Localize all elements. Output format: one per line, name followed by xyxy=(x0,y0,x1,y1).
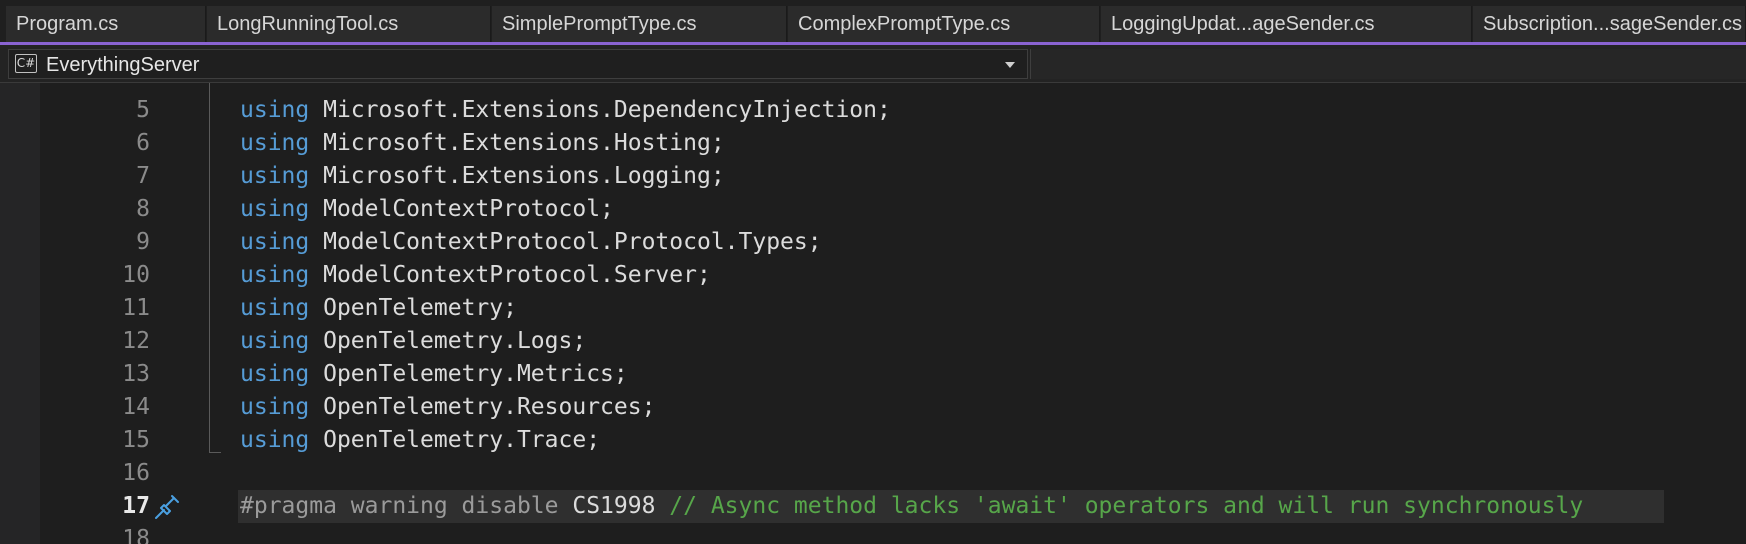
tab-simpleprompttype-cs[interactable]: SimplePromptType.cs xyxy=(492,6,787,42)
keyword: using xyxy=(240,130,310,156)
code-line-text: using OpenTelemetry; xyxy=(240,292,517,325)
member-dropdown[interactable] xyxy=(1030,49,1746,79)
document-tab-bar: Program.cs LongRunningTool.cs SimpleProm… xyxy=(0,0,1746,42)
code-line: 16 xyxy=(0,457,1746,490)
code-line: 13 using OpenTelemetry.Metrics; xyxy=(0,358,1746,391)
keyword: using xyxy=(240,295,310,321)
line-number: 17 xyxy=(122,493,150,519)
line-number: 6 xyxy=(136,130,150,156)
code-line: x xyxy=(0,83,1746,94)
code-text: OpenTelemetry.Metrics; xyxy=(309,361,628,387)
code-text: ModelContextProtocol; xyxy=(309,196,614,222)
code-line-text: using ModelContextProtocol.Protocol.Type… xyxy=(240,226,822,259)
code-line-text: using OpenTelemetry.Logs; xyxy=(240,325,586,358)
code-line-text: using OpenTelemetry.Metrics; xyxy=(240,358,628,391)
code-line: 9 using ModelContextProtocol.Protocol.Ty… xyxy=(0,226,1746,259)
line-number: 18 xyxy=(122,526,150,544)
tab-complexprompttype-cs[interactable]: ComplexPromptType.cs xyxy=(788,6,1100,42)
code-line-text: using OpenTelemetry.Trace; xyxy=(240,424,600,457)
keyword: using xyxy=(240,229,310,255)
tab-label: LongRunningTool.cs xyxy=(217,13,399,35)
keyword: using xyxy=(240,97,310,123)
code-line-text: using Microsoft.Extensions.Hosting; xyxy=(240,127,725,160)
keyword: using xyxy=(240,427,310,453)
keyword: using xyxy=(240,262,310,288)
tab-longrunningtool-cs[interactable]: LongRunningTool.cs xyxy=(207,6,491,42)
code-text: ModelContextProtocol.Protocol.Types; xyxy=(309,229,822,255)
line-number: 12 xyxy=(122,328,150,354)
pragma-directive: #pragma warning disable xyxy=(240,493,559,519)
code-line: 12 using OpenTelemetry.Logs; xyxy=(0,325,1746,358)
line-number: 11 xyxy=(122,295,150,321)
code-line-text: using OpenTelemetry.Resources; xyxy=(240,391,655,424)
line-number: 7 xyxy=(136,163,150,189)
tab-program-cs[interactable]: Program.cs xyxy=(6,6,206,42)
keyword: using xyxy=(240,163,310,189)
project-dropdown[interactable]: C# EverythingServer xyxy=(8,49,1028,79)
code-text: OpenTelemetry.Trace; xyxy=(309,427,601,453)
keyword: using xyxy=(240,328,310,354)
code-line: 6 using Microsoft.Extensions.Hosting; xyxy=(0,127,1746,160)
code-line-text: using ModelContextProtocol.Server; xyxy=(240,259,711,292)
keyword: using xyxy=(240,361,310,387)
line-number: 13 xyxy=(122,361,150,387)
line-number: 10 xyxy=(122,262,150,288)
code-line-text: x xyxy=(240,83,254,94)
code-line: 10 using ModelContextProtocol.Server; xyxy=(0,259,1746,292)
ide-window: Program.cs LongRunningTool.cs SimpleProm… xyxy=(0,0,1746,544)
code-line: 7 using Microsoft.Extensions.Logging; xyxy=(0,160,1746,193)
code-text: ModelContextProtocol.Server; xyxy=(309,262,711,288)
code-text: Microsoft.Extensions.Logging; xyxy=(309,163,725,189)
code-editor[interactable]: x 5 using Microsoft.Extensions.Dependenc… xyxy=(0,83,1746,544)
chevron-down-icon xyxy=(1005,62,1015,68)
code-line-text: #pragma warning disable CS1998 // Async … xyxy=(240,490,1583,523)
code-line: 5 using Microsoft.Extensions.DependencyI… xyxy=(0,94,1746,127)
code-line: 11 using OpenTelemetry; xyxy=(0,292,1746,325)
line-number: 5 xyxy=(136,97,150,123)
line-number: 14 xyxy=(122,394,150,420)
code-text: OpenTelemetry; xyxy=(309,295,517,321)
code-line-text: using Microsoft.Extensions.DependencyInj… xyxy=(240,94,891,127)
csharp-project-icon: C# xyxy=(15,54,37,73)
line-number: 9 xyxy=(136,229,150,255)
tab-label: ComplexPromptType.cs xyxy=(798,13,1011,35)
navigation-bar: C# EverythingServer xyxy=(0,45,1746,83)
tab-subscriptionmessagesender-cs[interactable]: Subscription...sageSender.cs xyxy=(1473,6,1746,42)
current-code-line: 17 #pragma warning disable CS1998 // Asy… xyxy=(0,490,1746,523)
code-text: OpenTelemetry.Resources; xyxy=(309,394,656,420)
tab-label: LoggingUpdat...ageSender.cs xyxy=(1111,13,1375,35)
code-line: 18 xyxy=(0,523,1746,544)
code-text: Microsoft.Extensions.Hosting; xyxy=(309,130,725,156)
tab-loggingupdatemessagesender-cs[interactable]: LoggingUpdat...ageSender.cs xyxy=(1101,6,1472,42)
project-name: EverythingServer xyxy=(46,54,200,76)
keyword: using xyxy=(240,394,310,420)
code-line-text: using ModelContextProtocol; xyxy=(240,193,614,226)
code-text: OpenTelemetry.Logs; xyxy=(309,328,587,354)
code-line: 14 using OpenTelemetry.Resources; xyxy=(0,391,1746,424)
code-line-text: using Microsoft.Extensions.Logging; xyxy=(240,160,725,193)
code-line: 15 using OpenTelemetry.Trace; xyxy=(0,424,1746,457)
tab-label: Program.cs xyxy=(16,13,119,35)
warning-code: CS1998 xyxy=(558,493,670,519)
code-line: 8 using ModelContextProtocol; xyxy=(0,193,1746,226)
code-comment: // Async method lacks 'await' operators … xyxy=(669,493,1584,519)
tab-label: SimplePromptType.cs xyxy=(502,13,697,35)
screwdriver-quick-action-icon[interactable] xyxy=(152,493,182,521)
line-number: 15 xyxy=(122,427,150,453)
line-number: 16 xyxy=(122,460,150,486)
keyword: using xyxy=(240,196,310,222)
line-number: 8 xyxy=(136,196,150,222)
code-text: Microsoft.Extensions.DependencyInjection… xyxy=(309,97,891,123)
tab-label: Subscription...sageSender.cs xyxy=(1483,13,1743,35)
